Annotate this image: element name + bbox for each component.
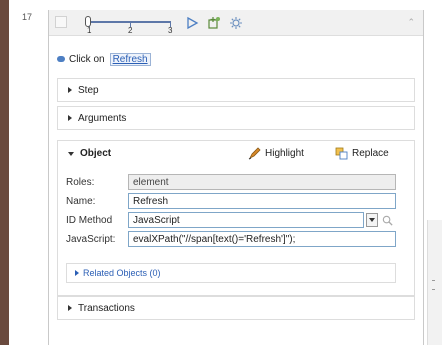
javascript-row: JavaScript: evalXPath("//span[text()='Re…	[66, 231, 396, 247]
slider-knob[interactable]	[85, 16, 91, 27]
step-slider[interactable]: 1 2 3	[85, 14, 175, 35]
name-field[interactable]: Refresh	[128, 193, 396, 209]
section-step[interactable]: Step	[57, 78, 415, 102]
id-method-select[interactable]: JavaScript	[128, 212, 364, 228]
section-arguments-label: Arguments	[78, 112, 127, 124]
replace-icon	[335, 147, 348, 159]
slider-tick-label: 3	[168, 26, 173, 35]
related-objects[interactable]: Related Objects (0)	[66, 263, 396, 283]
section-step-label: Step	[78, 84, 99, 96]
roles-label: Roles:	[66, 176, 95, 188]
javascript-field[interactable]: evalXPath("//span[text()='Refresh']");	[128, 231, 396, 247]
id-method-label: ID Method	[66, 214, 113, 226]
settings-icon[interactable]	[229, 16, 243, 30]
chevron-up-icon[interactable]: ⌃	[407, 17, 415, 28]
collapse-arrow-icon	[68, 151, 74, 156]
magnifier-icon[interactable]	[380, 213, 394, 227]
section-transactions-label: Transactions	[78, 302, 135, 314]
javascript-label: JavaScript:	[66, 233, 116, 245]
highlight-label: Highlight	[265, 147, 304, 159]
play-icon[interactable]	[185, 16, 199, 30]
capture-icon[interactable]	[207, 16, 221, 30]
chevron-down-icon[interactable]	[366, 213, 378, 227]
step-marker-icon[interactable]	[55, 16, 67, 28]
slider-tick-label: 1	[87, 26, 92, 35]
section-transactions[interactable]: Transactions	[57, 296, 415, 320]
replace-button[interactable]: Replace	[335, 145, 389, 161]
expand-arrow-icon	[68, 87, 72, 93]
slider-tick-label: 2	[128, 26, 133, 35]
id-method-row: ID Method JavaScript	[66, 212, 394, 228]
expand-arrow-icon	[68, 305, 72, 311]
highlight-pen-icon	[248, 146, 261, 159]
step-panel: 1 2 3 ⌃ Click on Refresh Step Arguments …	[48, 10, 424, 345]
editor-left-bar	[0, 0, 9, 345]
object-title: Object	[80, 148, 112, 159]
click-target-link[interactable]: Refresh	[109, 52, 151, 66]
step-toolbar: 1 2 3 ⌃	[49, 10, 423, 36]
expand-arrow-icon	[68, 115, 72, 121]
section-object: Object Highlight Replace Roles: element …	[57, 140, 415, 296]
mouse-click-icon	[57, 56, 65, 62]
section-arguments[interactable]: Arguments	[57, 106, 415, 130]
scrollbar-grip[interactable]	[432, 280, 435, 290]
related-objects-label: Related Objects (0)	[83, 268, 161, 278]
roles-field: element	[128, 174, 396, 190]
name-label: Name:	[66, 195, 96, 207]
expand-arrow-icon	[75, 270, 79, 276]
name-row: Name: Refresh	[66, 193, 396, 209]
replace-label: Replace	[352, 147, 389, 159]
row-number: 17	[22, 12, 33, 22]
click-step-prefix: Click on	[69, 53, 105, 65]
highlight-button[interactable]: Highlight	[248, 145, 304, 161]
roles-row: Roles: element	[66, 174, 396, 190]
click-step-line: Click on Refresh	[57, 52, 151, 66]
object-header[interactable]: Object	[68, 148, 111, 159]
